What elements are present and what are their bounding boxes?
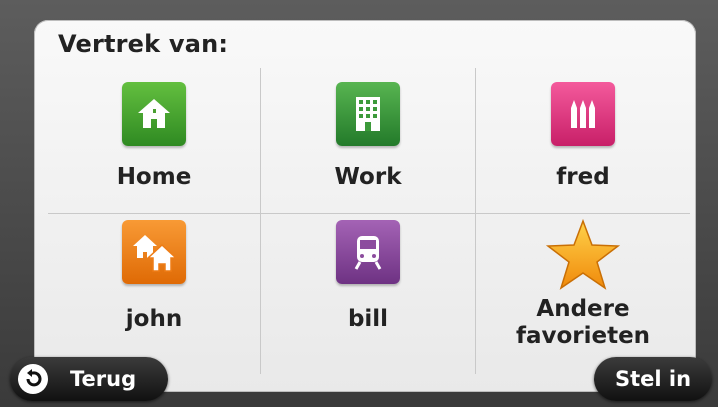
favorite-fred[interactable]: fred: [476, 68, 690, 214]
back-button[interactable]: Terug: [10, 357, 168, 401]
set-button-label: Stel in: [614, 367, 692, 391]
star-icon: [545, 218, 621, 292]
favorite-label: john: [125, 306, 183, 332]
favorite-work[interactable]: Work: [261, 68, 476, 214]
favorite-john[interactable]: john: [48, 214, 261, 374]
favorite-other[interactable]: Andere favorieten: [476, 214, 690, 374]
back-arrow-icon: [18, 364, 48, 394]
building-icon: [336, 82, 400, 146]
dialog-panel: Vertrek van: Home Work fred john bill An…: [34, 20, 696, 392]
train-icon: [336, 220, 400, 284]
favorite-label: Work: [334, 164, 402, 190]
pencils-icon: [551, 82, 615, 146]
favorite-label: Home: [116, 164, 192, 190]
favorite-label: fred: [556, 164, 610, 190]
favorite-label: Andere favorieten: [516, 296, 650, 350]
houses-icon: [122, 220, 186, 284]
set-button[interactable]: Stel in: [594, 357, 712, 401]
favorite-home[interactable]: Home: [48, 68, 261, 214]
home-icon: [122, 82, 186, 146]
favorite-label-line2: favorieten: [515, 323, 651, 349]
favorite-bill[interactable]: bill: [261, 214, 476, 374]
favorites-grid: Home Work fred john bill Andere favoriet…: [48, 68, 690, 374]
page-title: Vertrek van:: [58, 30, 229, 58]
favorite-label: bill: [347, 306, 389, 332]
back-button-label: Terug: [70, 367, 137, 391]
favorite-label-line1: Andere: [536, 296, 630, 322]
